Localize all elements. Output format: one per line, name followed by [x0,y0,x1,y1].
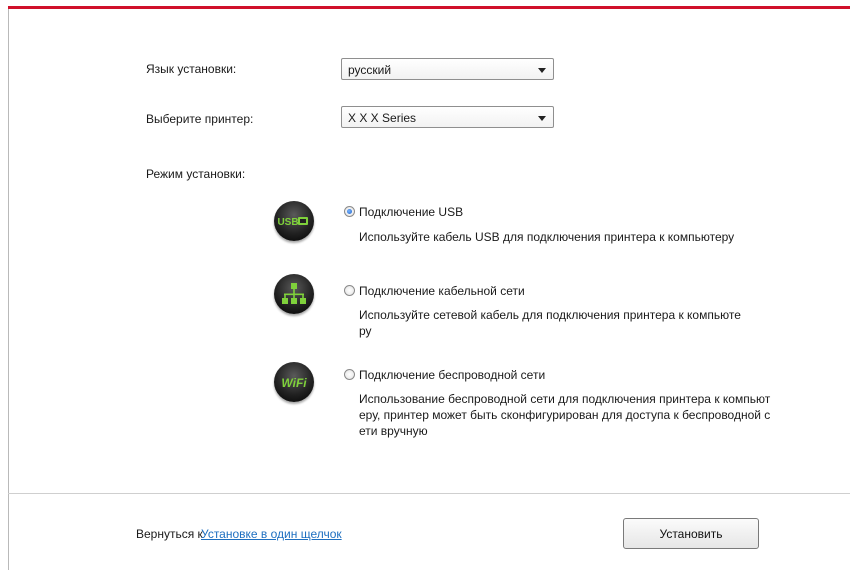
wired-network-icon [274,274,314,314]
wifi-icon: WiFi [274,362,314,402]
one-click-install-link[interactable]: Установке в один щелчок [201,527,342,541]
chevron-down-icon [538,68,546,73]
install-mode-label: Режим установки: [146,167,246,181]
usb-radio[interactable] [344,206,355,217]
svg-text:WiFi: WiFi [281,376,307,390]
usb-option-title[interactable]: Подключение USB [359,205,463,219]
printer-label: Выберите принтер: [146,112,254,126]
wired-network-radio[interactable] [344,285,355,296]
back-text: Вернуться к [136,527,203,541]
footer-divider [8,493,850,494]
language-label: Язык установки: [146,62,237,76]
chevron-down-icon [538,116,546,121]
language-select[interactable]: русский [341,58,554,80]
wireless-option-desc: Использование беспроводной сети для подк… [359,392,771,438]
wired-option-desc: Используйте сетевой кабель для подключен… [359,308,741,338]
usb-option-desc: Используйте кабель USB для подключения п… [359,230,735,244]
language-select-value: русский [348,63,392,77]
wired-option-title[interactable]: Подключение кабельной сети [359,284,525,298]
wireless-network-radio[interactable] [344,369,355,380]
wireless-option-title[interactable]: Подключение беспроводной сети [359,368,545,382]
title-bar [0,0,850,9]
printer-select[interactable]: X X X Series [341,106,554,128]
accent-bar [8,6,850,9]
install-button[interactable]: Установить [623,518,759,549]
printer-select-value: X X X Series [348,111,417,125]
svg-text:USB: USB [277,217,298,228]
usb-icon: USB [274,201,314,241]
window-border [8,9,9,570]
